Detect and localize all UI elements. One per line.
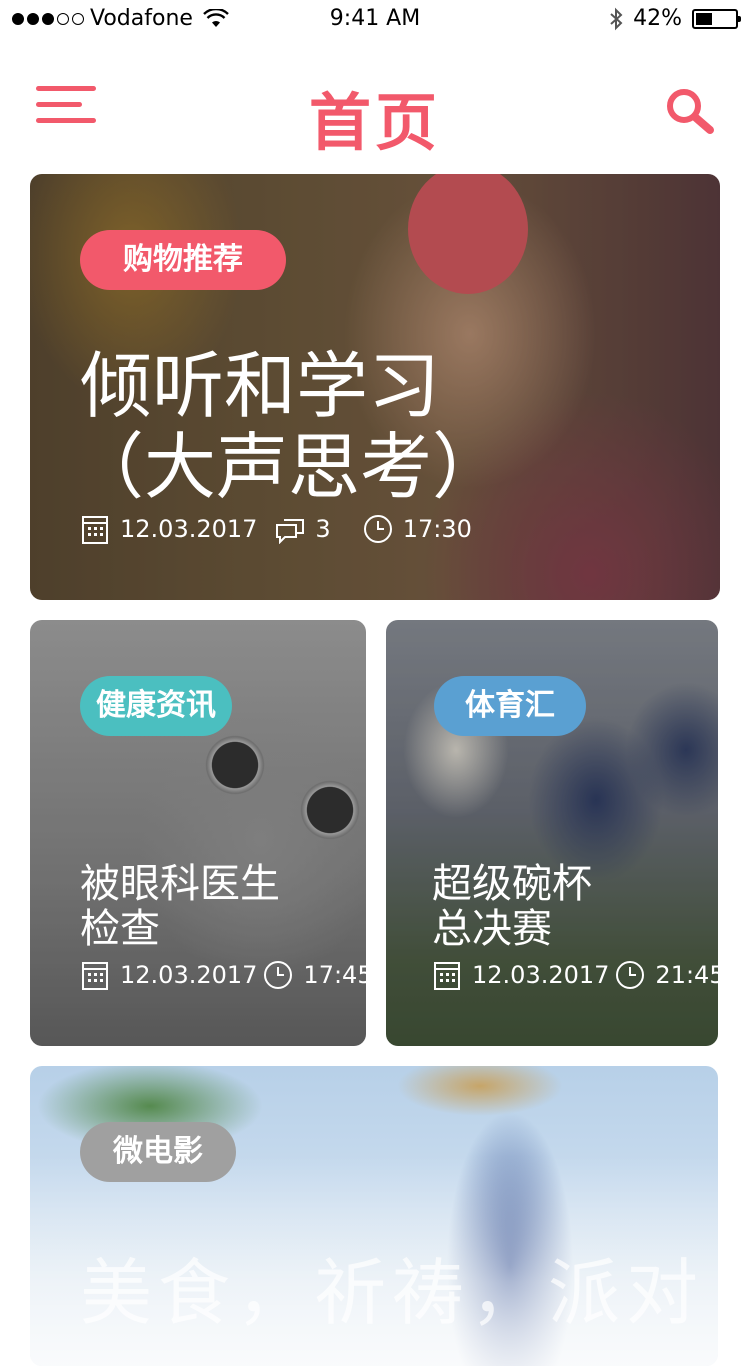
status-bar: Vodafone 9:41 AM 42% [0,0,750,40]
category-tag[interactable]: 健康资讯 [80,676,232,736]
article-title-line: 超级碗杯 [432,861,592,907]
article-title: 美食，祈祷，派对 [80,1251,705,1335]
article-time: 17:30 [402,515,472,543]
article-date: 12.03.2017 [472,961,610,989]
micro-film-card[interactable]: 微电影 美食，祈祷，派对 [30,1066,718,1366]
bluetooth-icon [610,7,623,30]
comment-count: 3 [315,515,331,543]
search-icon[interactable] [664,86,716,138]
app-header: 首页 [0,60,750,160]
article-time: 17:45 [303,961,366,989]
clock-icon [616,961,645,989]
clock-icon [363,515,392,543]
calendar-icon [434,962,460,990]
battery-level [696,12,712,25]
status-right: 42% [609,6,741,31]
category-tag[interactable]: 体育汇 [434,676,586,736]
article-date: 12.03.2017 [120,961,258,989]
category-tag[interactable]: 微电影 [80,1122,236,1182]
article-meta: 12.03.2017 17:45 [80,960,366,990]
calendar-icon [82,516,108,544]
article-time: 21:45 [655,961,718,989]
article-title: 超级碗杯 总决赛 [432,862,592,952]
article-title-line: 总决赛 [432,905,552,952]
battery-icon [692,8,741,29]
sports-article-card[interactable]: 体育汇 超级碗杯 总决赛 12.03.2017 21:45 [386,620,718,1046]
health-article-card[interactable]: 健康资讯 被眼科医生 检查 12.03.2017 17:45 [30,620,366,1046]
featured-article-card[interactable]: 购物推荐 倾听和学习 （大声思考） 12.03.2017 3 17:30 [30,174,720,600]
category-tag[interactable]: 购物推荐 [80,230,286,290]
article-title-line: 被眼科医生 [80,861,280,907]
page-title: 首页 [308,86,441,159]
article-meta: 12.03.2017 21:45 [432,960,718,990]
comments-icon [276,519,305,544]
article-date: 12.03.2017 [120,515,258,543]
article-title-line: （大声思考） [72,424,505,509]
calendar-icon [82,962,108,990]
article-title: 被眼科医生 检查 [80,862,280,952]
article-meta: 12.03.2017 3 17:30 [80,514,472,544]
article-title: 倾听和学习 （大声思考） [72,344,504,507]
clock-icon [264,961,293,989]
battery-percent: 42% [633,6,682,31]
article-title-line: 检查 [80,905,160,952]
article-title-line: 倾听和学习 [80,344,441,428]
